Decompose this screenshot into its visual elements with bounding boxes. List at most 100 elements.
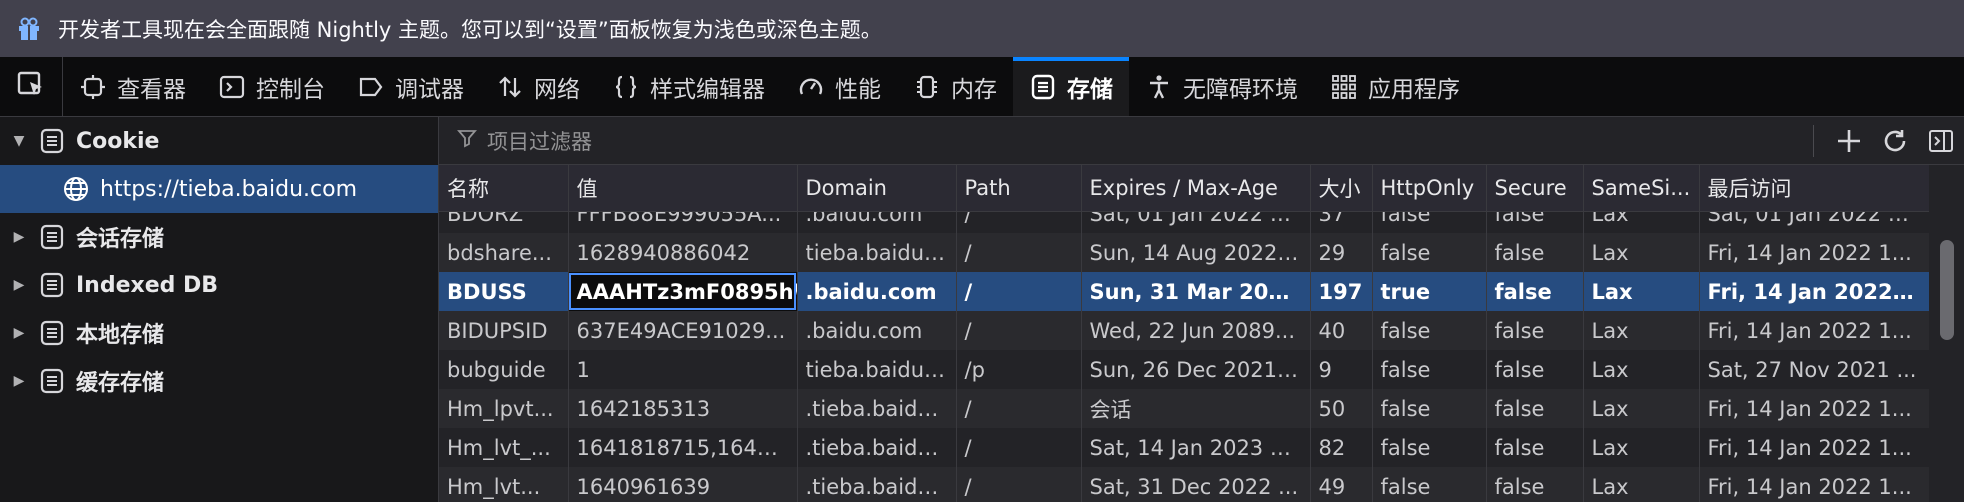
cell: Sun, 31 Mar 2030 ... xyxy=(1081,272,1311,311)
filter-input[interactable]: 项目过滤器 xyxy=(439,126,1813,156)
cell: Sat, 31 Dec 2022 ... xyxy=(1081,467,1311,502)
filter-actions xyxy=(1813,117,1964,164)
expanded-arrow-icon[interactable]: ▼ xyxy=(10,133,28,149)
globe-icon xyxy=(62,175,90,203)
tab-accessibility[interactable]: 无障碍环境 xyxy=(1129,57,1314,116)
memory-icon xyxy=(913,73,941,101)
cell: .tieba.baidu... xyxy=(797,467,957,502)
cell: Fri, 14 Jan 2022 1... xyxy=(1699,272,1929,311)
table-row-selected[interactable]: BDUSS AAAHTz3mF0895hW .baidu.com / Sun, … xyxy=(439,272,1929,311)
style-editor-icon xyxy=(612,73,640,101)
storage-icon xyxy=(38,367,66,395)
filter-icon xyxy=(457,128,477,153)
tree-item-tieba-origin[interactable]: https://tieba.baidu.com xyxy=(0,165,438,213)
table-row[interactable]: Hm_lpvt... 1642185313 .tieba.baidu... / … xyxy=(439,389,1929,428)
picker-icon xyxy=(16,69,46,104)
collapsed-arrow-icon[interactable]: ▶ xyxy=(10,277,28,293)
cell: false xyxy=(1486,311,1584,350)
cell: Hm_lvt_... xyxy=(439,428,569,467)
filter-placeholder: 项目过滤器 xyxy=(487,129,592,154)
network-icon xyxy=(496,73,524,101)
cell: 637E49ACE91029... xyxy=(568,311,798,350)
cell: Lax xyxy=(1583,428,1700,467)
tab-label: 应用程序 xyxy=(1368,76,1460,103)
cell: Lax xyxy=(1583,389,1700,428)
collapsed-arrow-icon[interactable]: ▶ xyxy=(10,373,28,389)
storage-tree: ▼ Cookie https://tieba.baidu.com ▶ 会话存储 … xyxy=(0,117,439,502)
cell: / xyxy=(956,233,1082,272)
tree-item-cache-storage[interactable]: ▶ 缓存存储 xyxy=(0,357,438,405)
table-header-row: 名称 值 Domain Path Expires / Max-Age 大小 Ht… xyxy=(439,165,1929,212)
column-header-domain[interactable]: Domain xyxy=(797,165,957,212)
cell: false xyxy=(1372,389,1487,428)
tab-style-editor[interactable]: 样式编辑器 xyxy=(596,57,781,116)
tab-debugger[interactable]: 调试器 xyxy=(341,57,480,116)
cell: /p xyxy=(956,350,1082,389)
cell: Fri, 14 Jan 2022 1... xyxy=(1699,233,1929,272)
debugger-icon xyxy=(357,73,385,101)
tab-console[interactable]: 控制台 xyxy=(202,57,341,116)
cell: bdshare... xyxy=(439,233,569,272)
cell: bubguide xyxy=(439,350,569,389)
cell: false xyxy=(1486,389,1584,428)
tab-network[interactable]: 网络 xyxy=(480,57,596,116)
console-icon xyxy=(218,73,246,101)
cell: FFFB88E999055A... xyxy=(568,212,798,233)
add-item-button[interactable] xyxy=(1826,118,1872,164)
table-row[interactable]: bdshare... 1628940886042 tieba.baidu....… xyxy=(439,233,1929,272)
tab-inspector[interactable]: 查看器 xyxy=(63,57,202,116)
toggle-sidebar-button[interactable] xyxy=(1918,118,1964,164)
cell: 1628940886042 xyxy=(568,233,798,272)
cell: / xyxy=(956,467,1082,502)
column-header-path[interactable]: Path xyxy=(956,165,1082,212)
tab-label: 查看器 xyxy=(117,76,186,103)
tree-item-indexed-db[interactable]: ▶ Indexed DB xyxy=(0,261,438,309)
cell: Lax xyxy=(1583,272,1700,311)
tab-label: 网络 xyxy=(534,76,580,103)
tab-memory[interactable]: 内存 xyxy=(897,57,1013,116)
cell: 29 xyxy=(1310,233,1373,272)
cell: false xyxy=(1486,428,1584,467)
cell: BIDUPSID xyxy=(439,311,569,350)
storage-icon xyxy=(38,271,66,299)
cell: / xyxy=(956,212,1082,233)
cell: tieba.baidu.... xyxy=(797,233,957,272)
divider xyxy=(1813,124,1814,157)
table-row[interactable]: BDORZ FFFB88E999055A... .baidu.com / Sat… xyxy=(439,212,1929,233)
column-header-expires[interactable]: Expires / Max-Age xyxy=(1081,165,1311,212)
table-row[interactable]: BIDUPSID 637E49ACE91029... .baidu.com / … xyxy=(439,311,1929,350)
element-picker-button[interactable] xyxy=(0,57,63,116)
editing-value-cell[interactable]: AAAHTz3mF0895hW xyxy=(568,272,798,311)
column-header-secure[interactable]: Secure xyxy=(1486,165,1584,212)
storage-main-panel: 项目过滤器 名称 值 Domain Path Expires / Max-Age… xyxy=(439,117,1964,502)
cell: false xyxy=(1372,467,1487,502)
tree-item-cookie[interactable]: ▼ Cookie xyxy=(0,117,438,165)
cell: Sun, 26 Dec 2021 ... xyxy=(1081,350,1311,389)
tab-performance[interactable]: 性能 xyxy=(781,57,897,116)
tab-storage[interactable]: 存储 xyxy=(1013,57,1129,116)
column-header-httponly[interactable]: HttpOnly xyxy=(1372,165,1487,212)
cell: Sat, 27 Nov 2021 ... xyxy=(1699,350,1929,389)
column-header-size[interactable]: 大小 xyxy=(1310,165,1373,212)
tab-application[interactable]: 应用程序 xyxy=(1314,57,1476,116)
cell: tieba.baidu.... xyxy=(797,350,957,389)
tree-item-local-storage[interactable]: ▶ 本地存储 xyxy=(0,309,438,357)
collapsed-arrow-icon[interactable]: ▶ xyxy=(10,229,28,245)
cell: Fri, 14 Jan 2022 1... xyxy=(1699,467,1929,502)
tree-item-label: 缓存存储 xyxy=(76,371,165,396)
column-header-last-accessed[interactable]: 最后访问 xyxy=(1699,165,1929,212)
scrollbar-thumb[interactable] xyxy=(1940,240,1954,340)
tab-label: 无障碍环境 xyxy=(1183,76,1298,103)
table-row[interactable]: Hm_lvt... 1640961639 .tieba.baidu... / S… xyxy=(439,467,1929,502)
cell: BDUSS xyxy=(439,272,569,311)
collapsed-arrow-icon[interactable]: ▶ xyxy=(10,325,28,341)
tree-item-session-storage[interactable]: ▶ 会话存储 xyxy=(0,213,438,261)
column-header-value[interactable]: 值 xyxy=(568,165,798,212)
refresh-button[interactable] xyxy=(1872,118,1918,164)
vertical-scrollbar[interactable] xyxy=(1929,165,1964,502)
table-row[interactable]: Hm_lvt_... 1641818715,1641... .tieba.bai… xyxy=(439,428,1929,467)
column-header-name[interactable]: 名称 xyxy=(439,165,569,212)
cell: / xyxy=(956,389,1082,428)
column-header-samesite[interactable]: SameSi... xyxy=(1583,165,1700,212)
table-row[interactable]: bubguide 1 tieba.baidu.... /p Sun, 26 De… xyxy=(439,350,1929,389)
